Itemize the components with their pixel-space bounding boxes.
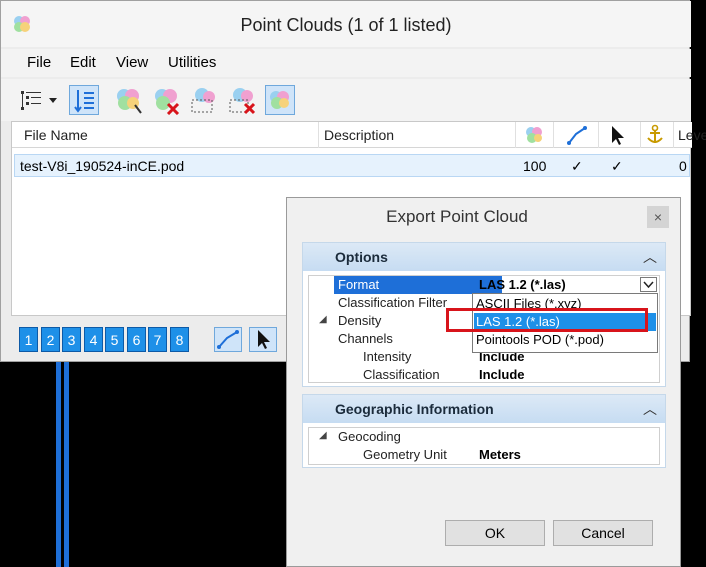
background-right <box>690 0 706 567</box>
view-button-8[interactable]: 8 <box>170 327 189 352</box>
background-line <box>56 360 61 567</box>
view-button-5[interactable]: 5 <box>105 327 124 352</box>
export-cloud-icon[interactable] <box>189 85 219 115</box>
ok-button[interactable]: OK <box>445 520 545 546</box>
list-header: File Name Description Leve <box>12 122 706 148</box>
attach-cloud-icon[interactable] <box>113 85 143 115</box>
geographic-section: Geographic Information ︿ ◢ Geocoding Geo… <box>302 394 666 468</box>
close-icon[interactable]: × <box>647 206 669 228</box>
geometry-unit-value[interactable]: Meters <box>479 447 521 462</box>
classification-filter-label: Classification Filter <box>338 295 448 310</box>
row-locate-check[interactable]: ✓ <box>611 158 623 175</box>
row-snap-check[interactable]: ✓ <box>571 158 583 175</box>
locate-column-icon[interactable] <box>609 124 627 146</box>
view-button-6[interactable]: 6 <box>127 327 146 352</box>
view-button-4[interactable]: 4 <box>84 327 103 352</box>
geographic-grid: ◢ Geocoding Geometry Unit Meters <box>308 427 660 465</box>
dialog-title: Export Point Cloud <box>386 207 528 226</box>
column-divider[interactable] <box>598 122 599 148</box>
view-toggle-bar: 1 2 3 4 5 6 7 8 <box>13 323 283 355</box>
export-point-cloud-dialog: Export Point Cloud × Options ︿ Format LA… <box>286 197 681 567</box>
expand-geocoding-icon[interactable]: ◢ <box>319 430 327 441</box>
snap-toggle-icon[interactable] <box>214 327 242 352</box>
column-divider[interactable] <box>640 122 641 148</box>
geographic-title: Geographic Information <box>335 401 494 417</box>
title-bar: Point Clouds (1 of 1 listed) <box>1 1 691 47</box>
column-description[interactable]: Description <box>324 127 394 143</box>
menu-view[interactable]: View <box>116 54 148 71</box>
menu-bar: File Edit View Utilities <box>1 49 691 77</box>
view-button-1[interactable]: 1 <box>19 327 38 352</box>
classification-value[interactable]: Include <box>479 367 525 382</box>
chevron-up-icon[interactable]: ︿ <box>643 399 657 419</box>
options-header[interactable]: Options ︿ <box>303 243 665 271</box>
column-file-name[interactable]: File Name <box>24 127 88 143</box>
options-title: Options <box>335 249 388 265</box>
density-column-icon[interactable] <box>524 125 544 145</box>
menu-edit[interactable]: Edit <box>70 54 96 71</box>
column-divider[interactable] <box>515 122 516 148</box>
view-button-7[interactable]: 7 <box>148 327 167 352</box>
background-line <box>64 360 69 567</box>
chevron-down-icon[interactable] <box>640 277 657 292</box>
snap-column-icon[interactable] <box>566 124 588 146</box>
dropdown-option-pod[interactable]: Pointools POD (*.pod) <box>474 331 656 349</box>
anchor-column-icon[interactable] <box>645 124 665 146</box>
dropdown-arrow-icon[interactable] <box>45 85 61 115</box>
column-divider[interactable] <box>318 122 319 148</box>
cancel-button[interactable]: Cancel <box>553 520 653 546</box>
channels-label: Channels <box>338 331 393 346</box>
format-label: Format <box>338 277 380 292</box>
geographic-header[interactable]: Geographic Information ︿ <box>303 395 665 423</box>
density-label: Density <box>338 313 382 328</box>
table-row[interactable]: test-V8i_190524-inCE.pod 100 ✓ ✓ 0 <box>14 154 690 177</box>
intensity-label: Intensity <box>363 349 412 364</box>
row-density: 100 <box>523 158 547 174</box>
tree-view-icon[interactable] <box>15 85 45 115</box>
locate-toggle-icon[interactable] <box>249 327 277 352</box>
format-value[interactable]: LAS 1.2 (*.las) <box>479 277 566 292</box>
chevron-up-icon[interactable]: ︿ <box>643 247 657 267</box>
cloud-settings-icon[interactable] <box>265 85 295 115</box>
toolbar <box>1 79 691 121</box>
view-button-2[interactable]: 2 <box>41 327 60 352</box>
row-level: 0 <box>679 158 687 174</box>
remove-cloud-icon[interactable] <box>227 85 257 115</box>
window-title: Point Clouds (1 of 1 listed) <box>240 15 452 35</box>
highlight-box <box>446 308 648 332</box>
column-level[interactable]: Leve <box>678 127 706 143</box>
list-view-icon[interactable] <box>69 85 99 115</box>
column-divider[interactable] <box>673 122 674 148</box>
view-button-3[interactable]: 3 <box>62 327 81 352</box>
menu-utilities[interactable]: Utilities <box>168 54 216 71</box>
geocoding-label: Geocoding <box>338 429 401 444</box>
column-divider[interactable] <box>553 122 554 148</box>
classification-label: Classification <box>363 367 440 382</box>
expand-channels-icon[interactable]: ◢ <box>319 314 327 325</box>
menu-file[interactable]: File <box>27 54 51 71</box>
geometry-unit-label: Geometry Unit <box>363 447 447 462</box>
detach-cloud-icon[interactable] <box>151 85 181 116</box>
row-file-name: test-V8i_190524-inCE.pod <box>20 158 185 174</box>
